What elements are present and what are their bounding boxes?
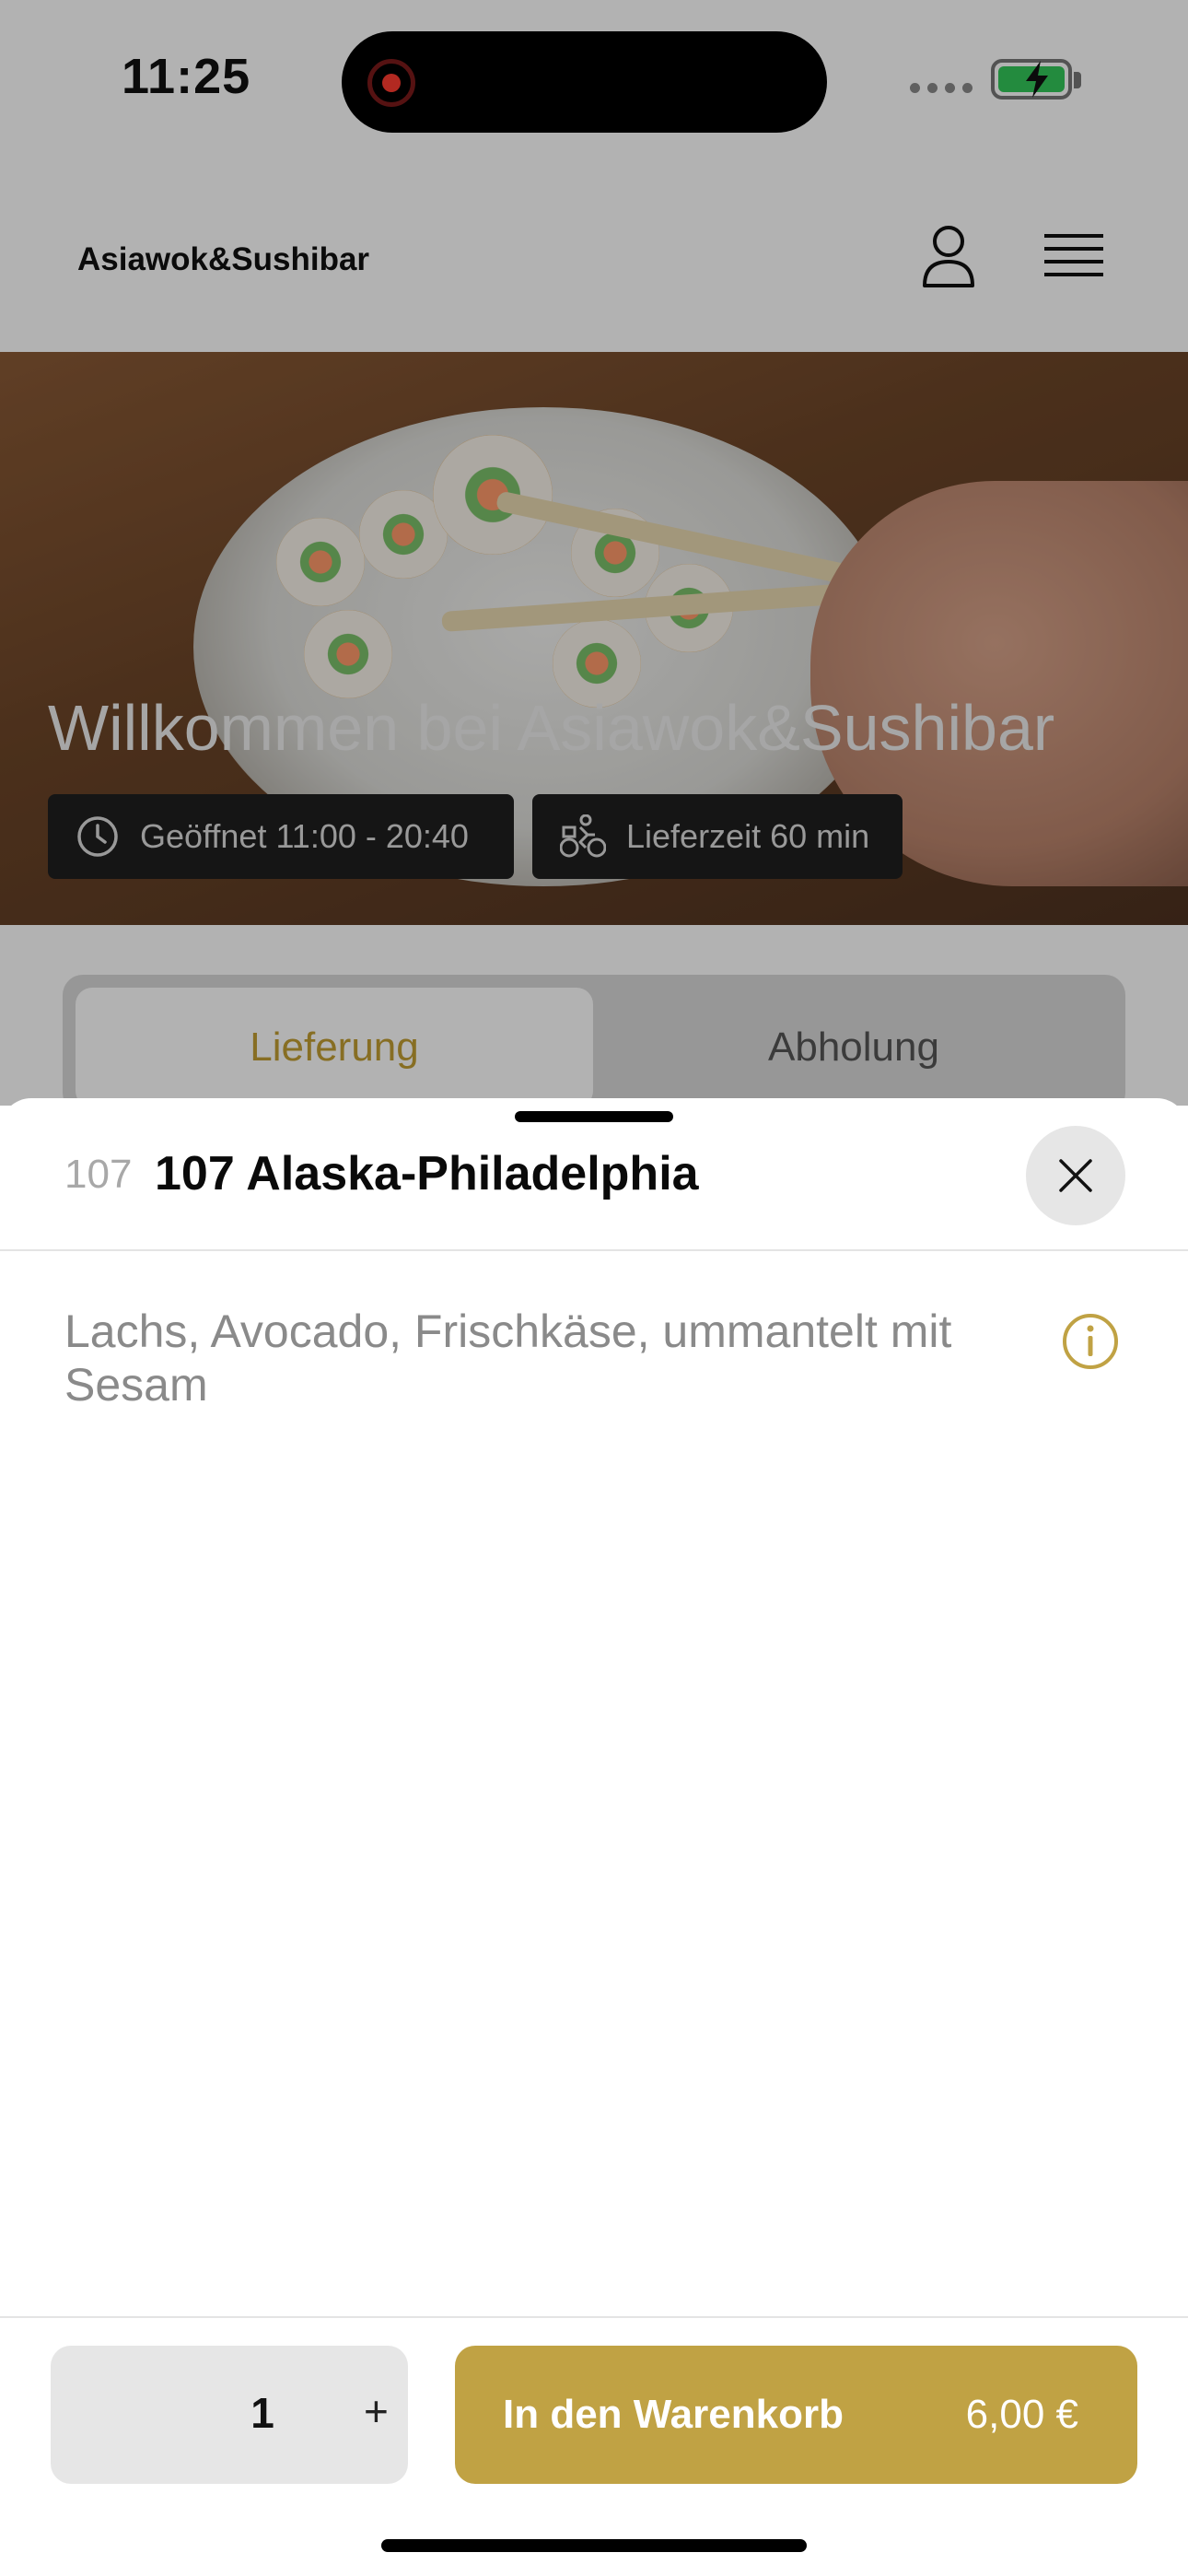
add-to-cart-label: In den Warenkorb bbox=[503, 2392, 844, 2437]
item-number: 107 bbox=[64, 1152, 133, 1197]
sheet-header: 107 107 Alaska-Philadelphia bbox=[0, 1098, 1188, 1251]
order-footer: 1 + In den Warenkorb 6,00 € bbox=[0, 2316, 1188, 2576]
info-icon[interactable] bbox=[1061, 1312, 1120, 1371]
quantity-stepper: 1 + bbox=[51, 2346, 408, 2484]
item-title: 107 Alaska-Philadelphia bbox=[155, 1147, 699, 1200]
item-price: 6,00 € bbox=[965, 2392, 1078, 2437]
close-button[interactable] bbox=[1026, 1126, 1125, 1225]
increment-button[interactable]: + bbox=[364, 2386, 389, 2436]
home-indicator[interactable] bbox=[381, 2539, 807, 2552]
item-description: Lachs, Avocado, Frischkäse, ummantelt mi… bbox=[64, 1306, 952, 1411]
close-icon bbox=[1059, 1159, 1092, 1192]
add-to-cart-button[interactable]: In den Warenkorb 6,00 € bbox=[455, 2346, 1137, 2484]
modal-backdrop[interactable] bbox=[0, 0, 1188, 1106]
quantity-value: 1 bbox=[250, 2389, 274, 2437]
